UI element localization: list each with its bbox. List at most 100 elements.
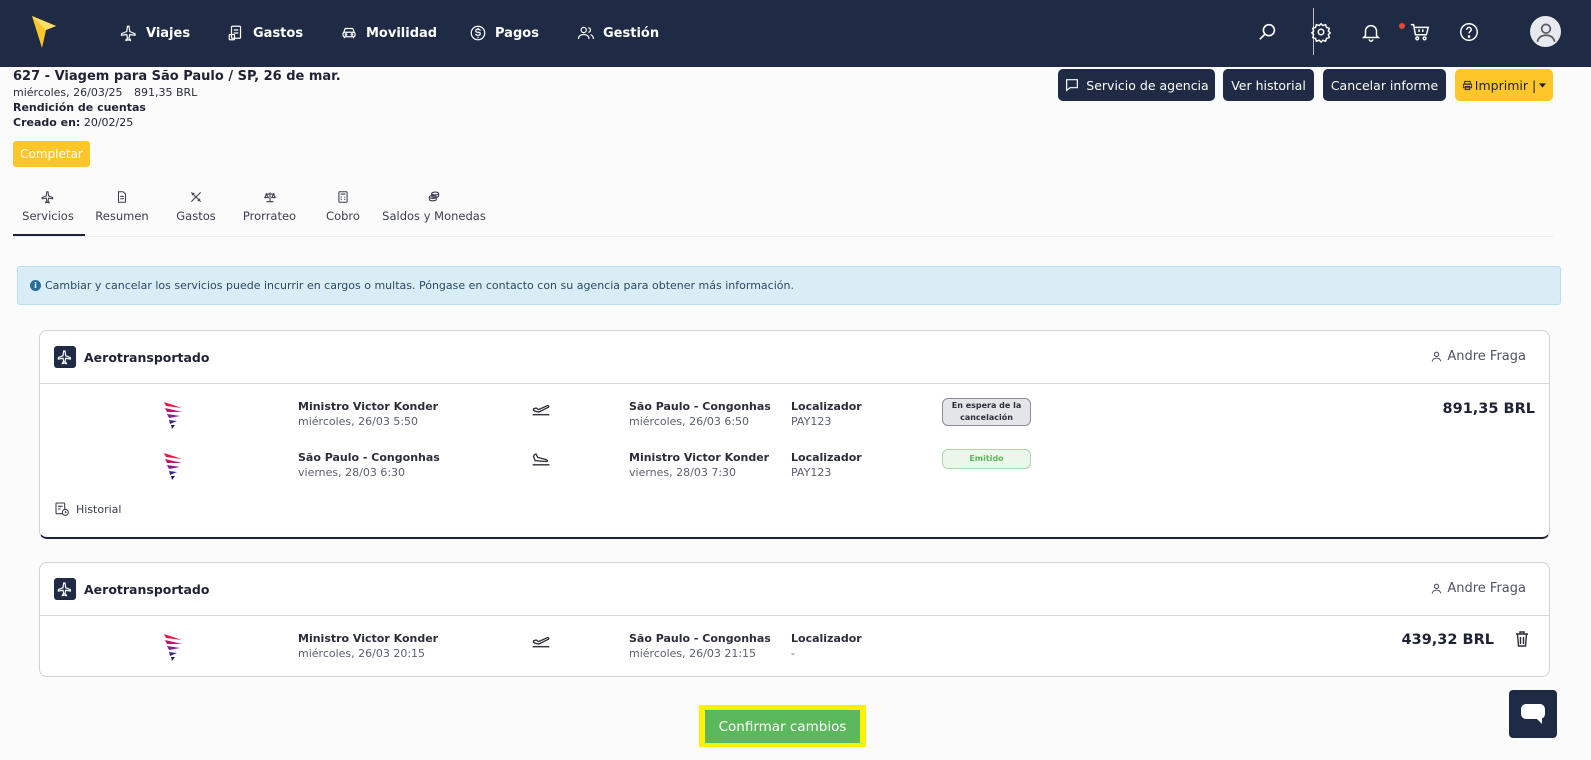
tabs-divider (13, 236, 1553, 237)
traveler-link[interactable]: Andre Fraga (1430, 349, 1526, 364)
locator-label: Localizador (791, 451, 862, 464)
trash-icon[interactable] (1515, 631, 1529, 647)
help-icon[interactable] (1458, 21, 1480, 43)
tab-label: Prorrateo (242, 209, 297, 223)
receipt-icon (228, 25, 242, 41)
document-icon (117, 191, 127, 203)
tab-resumen[interactable]: Resumen (95, 190, 149, 236)
nav-item-movilidad[interactable]: Movilidad (340, 20, 437, 46)
service-card: Aerotransportado Andre Fraga 891,35 BRL … (39, 330, 1550, 539)
origin-city: Ministro Victor Konder (298, 632, 439, 645)
tab-label: Saldos y Monedas (382, 209, 486, 223)
tab-saldos-monedas[interactable]: Saldos y Monedas (382, 190, 486, 236)
info-icon: i (30, 280, 41, 291)
card-title: Aerotransportado (84, 350, 210, 365)
top-nav: Viajes Gastos Movilidad Pagos Gestión (0, 0, 1591, 67)
user-icon (1432, 351, 1442, 362)
locator-value: PAY123 (791, 466, 832, 479)
card-title: Aerotransportado (84, 582, 210, 597)
trip-created: Creado en: 20/02/25 (13, 116, 133, 129)
departure-time: viernes, 28/03 6:30 (298, 466, 406, 479)
origin-city: Ministro Victor Konder (298, 400, 439, 413)
bell-icon[interactable] (1360, 21, 1382, 43)
history-link[interactable]: Historial (54, 501, 121, 517)
card-plane-icon (54, 578, 76, 600)
airline-logo-icon (164, 634, 182, 661)
print-button[interactable]: Imprimir | (1455, 69, 1553, 101)
confirm-highlight: Confirmar cambios (699, 705, 866, 747)
confirm-changes-button[interactable]: Confirmar cambios (705, 710, 860, 743)
nav-item-viajes[interactable]: Viajes (120, 20, 190, 46)
cart-icon[interactable] (1409, 21, 1431, 43)
user-icon (1432, 583, 1442, 594)
user-avatar-icon (1535, 23, 1556, 42)
nav-label: Viajes (146, 25, 191, 41)
notification-dot (1399, 23, 1405, 29)
tab-label: Resumen (95, 209, 149, 223)
chat-icon (1066, 79, 1079, 92)
scale-icon (263, 192, 276, 203)
complete-button[interactable]: Completar (13, 141, 90, 167)
coins-icon (428, 191, 440, 202)
flight-segment: Ministro Victor Konder miércoles, 26/03 … (40, 632, 1549, 672)
status-badge: Emitido (942, 449, 1031, 469)
history-icon (55, 502, 69, 516)
tab-servicios[interactable]: Servicios (22, 190, 74, 236)
dollar-icon (470, 25, 486, 41)
cancel-report-button[interactable]: Cancelar informe (1323, 69, 1446, 101)
nav-item-gastos[interactable]: Gastos (227, 20, 303, 46)
traveler-link[interactable]: Andre Fraga (1430, 581, 1526, 596)
avatar[interactable] (1530, 16, 1561, 47)
service-price: 439,32 BRL (1401, 632, 1494, 648)
nav-label: Gestión (603, 25, 660, 41)
origin-city: São Paulo - Congonhas (298, 451, 440, 464)
plane-icon (41, 191, 54, 204)
arrival-time: miércoles, 26/03 6:50 (629, 415, 750, 428)
print-label: Imprimir | (1474, 77, 1537, 93)
tab-gastos[interactable]: Gastos (176, 190, 216, 236)
traveler-name: Andre Fraga (1447, 349, 1526, 364)
trip-type: Rendición de cuentas (13, 101, 146, 114)
nav-item-pagos[interactable]: Pagos (469, 20, 539, 46)
status-badge: En espera de la cancelación (942, 398, 1031, 426)
cutlery-icon (190, 191, 202, 203)
info-alert: i Cambiar y cancelar los servicios puede… (17, 266, 1561, 305)
car-icon (342, 27, 356, 39)
card-header: Aerotransportado Andre Fraga (40, 331, 1549, 384)
alert-text: Cambiar y cancelar los servicios puede i… (45, 279, 794, 292)
takeoff-icon (532, 404, 550, 416)
gear-icon[interactable] (1310, 21, 1332, 43)
landing-icon (532, 453, 550, 466)
agency-service-button[interactable]: Servicio de agencia (1058, 69, 1215, 101)
tab-cobro[interactable]: Cobro (326, 190, 360, 236)
locator-value: PAY123 (791, 415, 832, 428)
created-value: 20/02/25 (83, 116, 134, 129)
airline-logo-icon (164, 402, 182, 429)
destination-city: São Paulo - Congonhas (629, 400, 771, 413)
history-label: Historial (76, 502, 122, 516)
destination-city: São Paulo - Congonhas (629, 632, 771, 645)
tab-prorrateo[interactable]: Prorrateo (242, 190, 297, 236)
tab-label: Servicios (22, 209, 74, 223)
trip-date: miércoles, 26/03/25 (13, 86, 123, 99)
flight-segment: Ministro Victor Konder miércoles, 26/03 … (40, 398, 1549, 440)
page-title: 627 - Viagem para São Paulo / SP, 26 de … (13, 69, 341, 84)
agency-service-label: Servicio de agencia (1086, 77, 1209, 93)
created-label: Creado en: (13, 116, 81, 129)
nav-label: Movilidad (366, 25, 438, 41)
caret-down-icon (1539, 82, 1547, 88)
card-header: Aerotransportado Andre Fraga (40, 563, 1549, 616)
search-icon[interactable] (1257, 21, 1279, 43)
departure-time: miércoles, 26/03 5:50 (298, 415, 419, 428)
brand-logo[interactable] (30, 14, 58, 50)
tab-label: Cobro (326, 209, 360, 223)
nav-label: Gastos (253, 25, 304, 41)
locator-label: Localizador (791, 400, 862, 413)
card-plane-icon (54, 346, 76, 368)
destination-city: Ministro Victor Konder (629, 451, 770, 464)
nav-label: Pagos (495, 25, 539, 41)
departure-time: miércoles, 26/03 20:15 (298, 647, 426, 660)
view-history-button[interactable]: Ver historial (1223, 69, 1314, 101)
chat-support-button[interactable] (1509, 690, 1557, 738)
nav-item-gestion[interactable]: Gestión (577, 20, 659, 46)
